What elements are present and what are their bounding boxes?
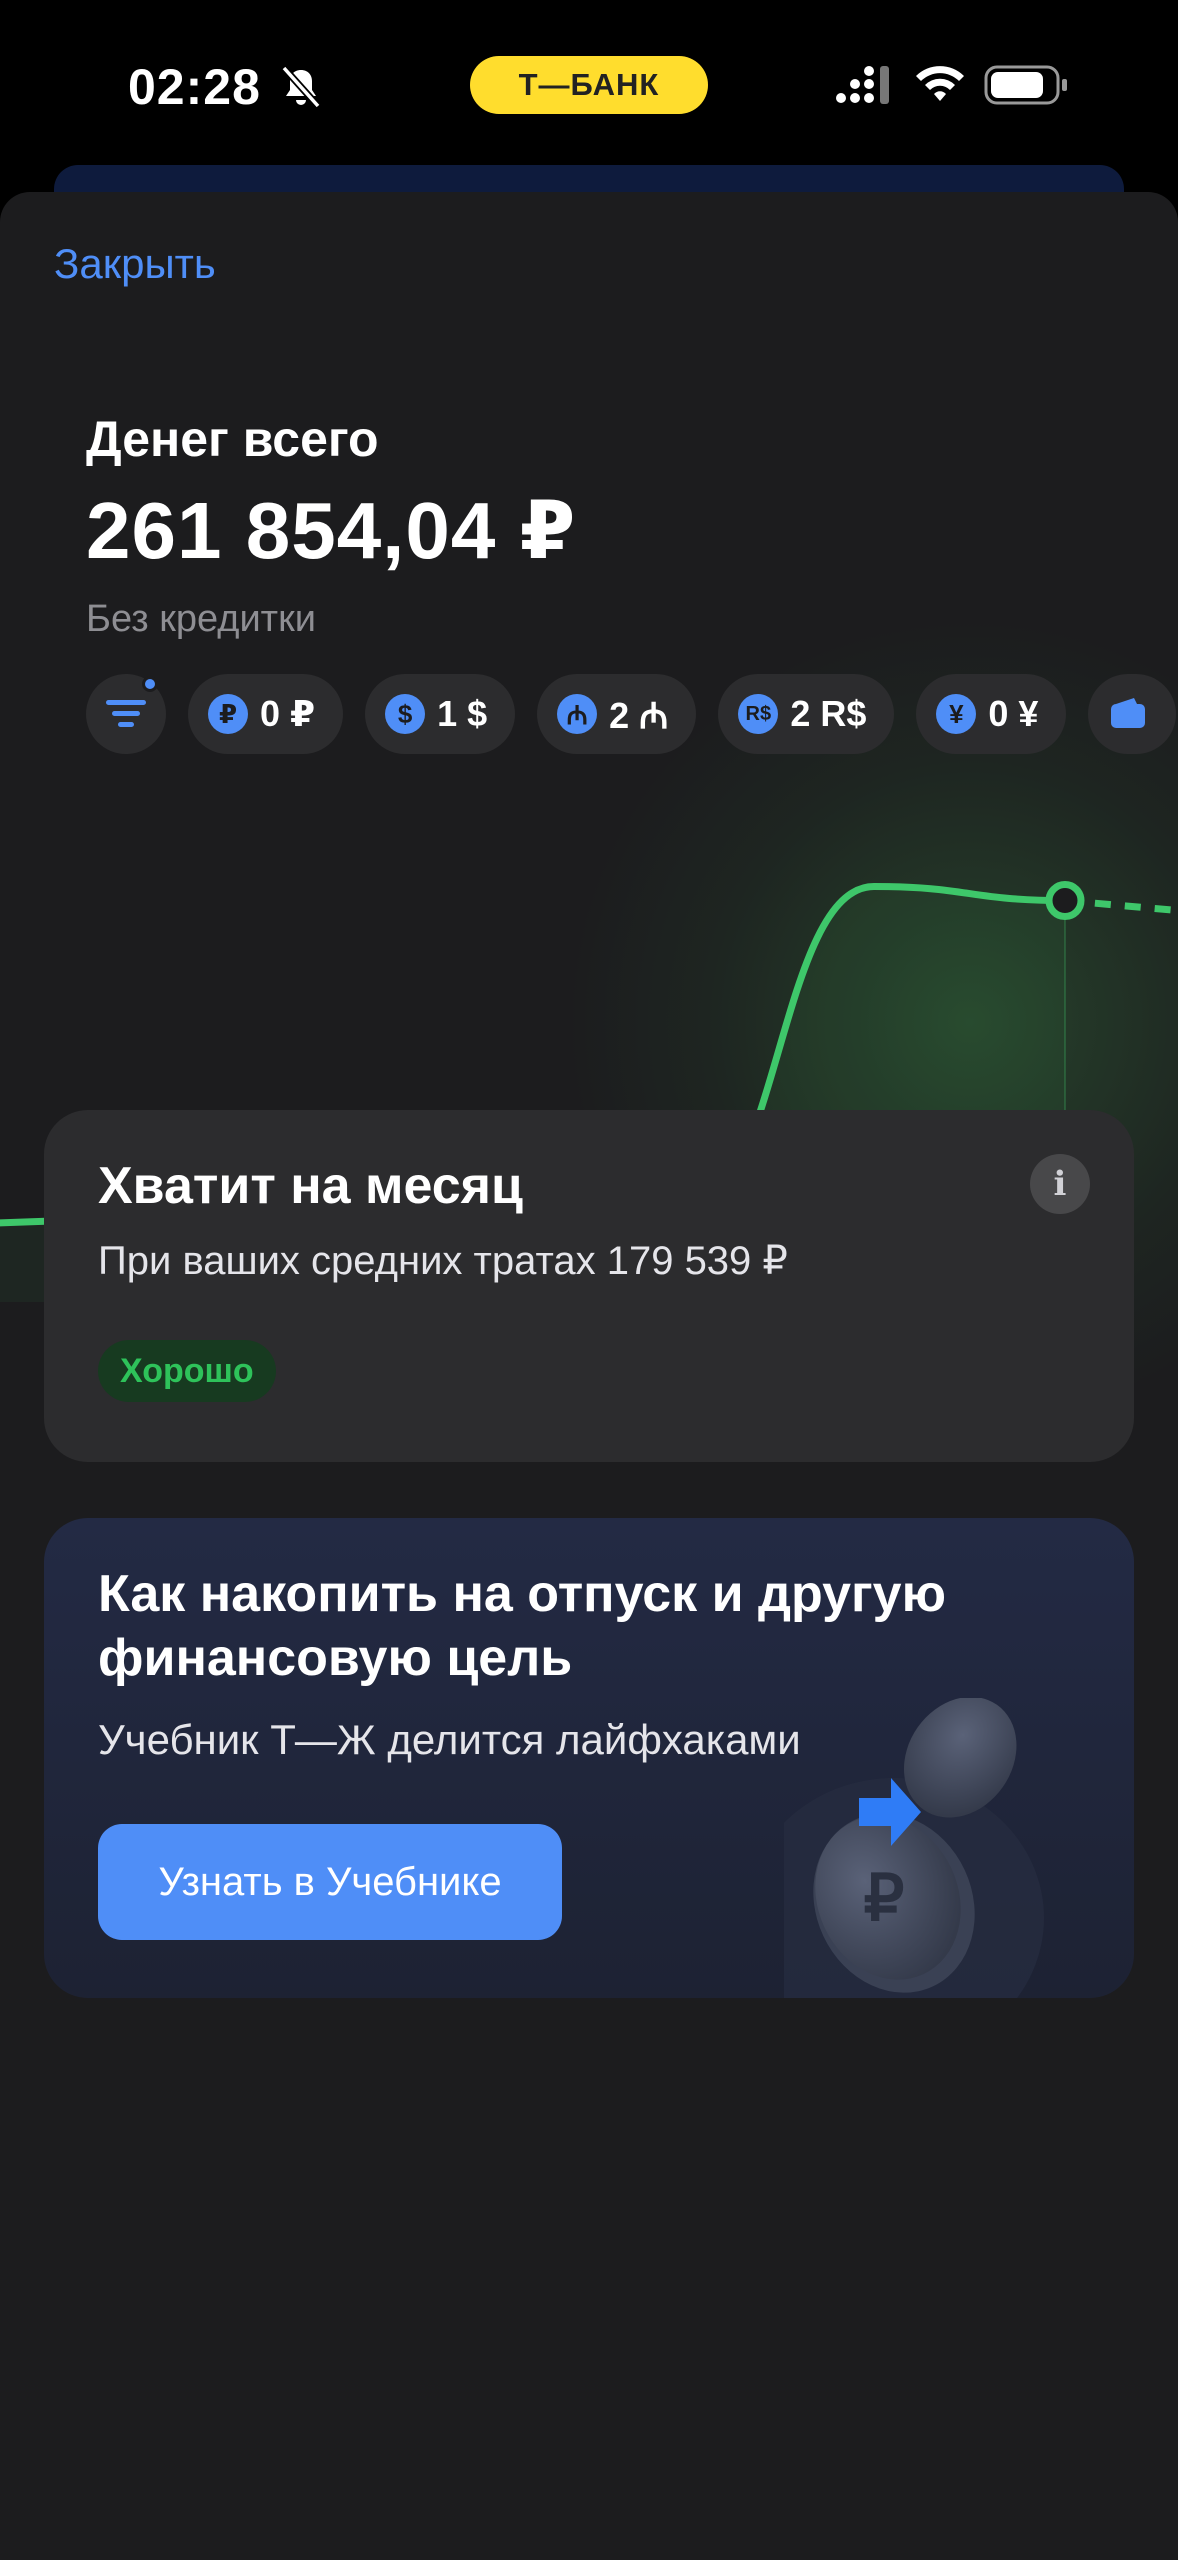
currency-chips: ₽ 0 ₽ $ 1 $ ₼ 2 ₼ R$ 2 R$ ¥ 0 ¥ bbox=[86, 674, 1177, 754]
chip-brl[interactable]: R$ 2 R$ bbox=[718, 674, 895, 754]
chip-label: 2 ₼ bbox=[609, 694, 669, 736]
status-bar: 02:28 Т—БАНК bbox=[0, 0, 1178, 175]
total-label: Денег всего bbox=[86, 411, 379, 467]
promo-title: Как накопить на отпуск и другую финансов… bbox=[98, 1565, 946, 1687]
promo-card[interactable]: ₽ Как накопить на отпуск и другую финанс… bbox=[44, 1518, 1134, 1998]
promo-text: Учебник Т—Ж делится лайфхаками bbox=[98, 1716, 801, 1763]
bell-slash-icon bbox=[281, 65, 321, 109]
filter-chip[interactable] bbox=[86, 674, 166, 754]
sufficiency-card[interactable]: Хватит на месяц При ваших средних тратах… bbox=[44, 1110, 1134, 1462]
status-time: 02:28 bbox=[128, 59, 261, 115]
card-text: При ваших средних тратах 179 539 ₽ bbox=[98, 1239, 788, 1283]
info-icon[interactable]: i bbox=[1030, 1154, 1090, 1214]
chip-cny[interactable]: ¥ 0 ¥ bbox=[916, 674, 1067, 754]
card-title: Хватит на месяц bbox=[98, 1157, 523, 1215]
real-icon: R$ bbox=[738, 694, 779, 734]
wifi-icon bbox=[916, 66, 964, 101]
filter-icon bbox=[106, 700, 146, 727]
chip-azn[interactable]: ₼ 2 ₼ bbox=[537, 674, 697, 754]
current-point bbox=[1045, 881, 1085, 921]
battery-icon bbox=[984, 65, 1067, 105]
chip-label: 0 ¥ bbox=[988, 693, 1039, 734]
status-badge: Хорошо bbox=[98, 1340, 276, 1402]
chip-wallet[interactable] bbox=[1088, 674, 1177, 754]
total-subtitle: Без кредитки bbox=[86, 598, 316, 640]
manat-icon: ₼ bbox=[557, 694, 598, 734]
filter-indicator-dot bbox=[142, 676, 158, 692]
dollar-icon: $ bbox=[385, 694, 426, 734]
coins-illustration: ₽ bbox=[784, 1698, 1044, 1998]
carrier-pill: Т—БАНК bbox=[470, 56, 708, 114]
learn-more-button[interactable]: Узнать в Учебнике bbox=[98, 1824, 562, 1940]
signal-icon bbox=[836, 66, 889, 104]
chip-label: 0 ₽ bbox=[260, 693, 316, 734]
close-button[interactable]: Закрыть bbox=[54, 240, 216, 288]
chip-usd[interactable]: $ 1 $ bbox=[365, 674, 516, 754]
yuan-icon: ¥ bbox=[936, 694, 977, 734]
wallet-icon bbox=[1111, 698, 1146, 728]
coin-glyph: ₽ bbox=[864, 1862, 905, 1934]
chip-label: 1 $ bbox=[437, 693, 488, 734]
chip-label: 2 R$ bbox=[790, 693, 867, 734]
total-value: 261 854,04 ₽ bbox=[86, 486, 577, 575]
ruble-icon: ₽ bbox=[208, 694, 248, 734]
chip-rub[interactable]: ₽ 0 ₽ bbox=[188, 674, 344, 754]
